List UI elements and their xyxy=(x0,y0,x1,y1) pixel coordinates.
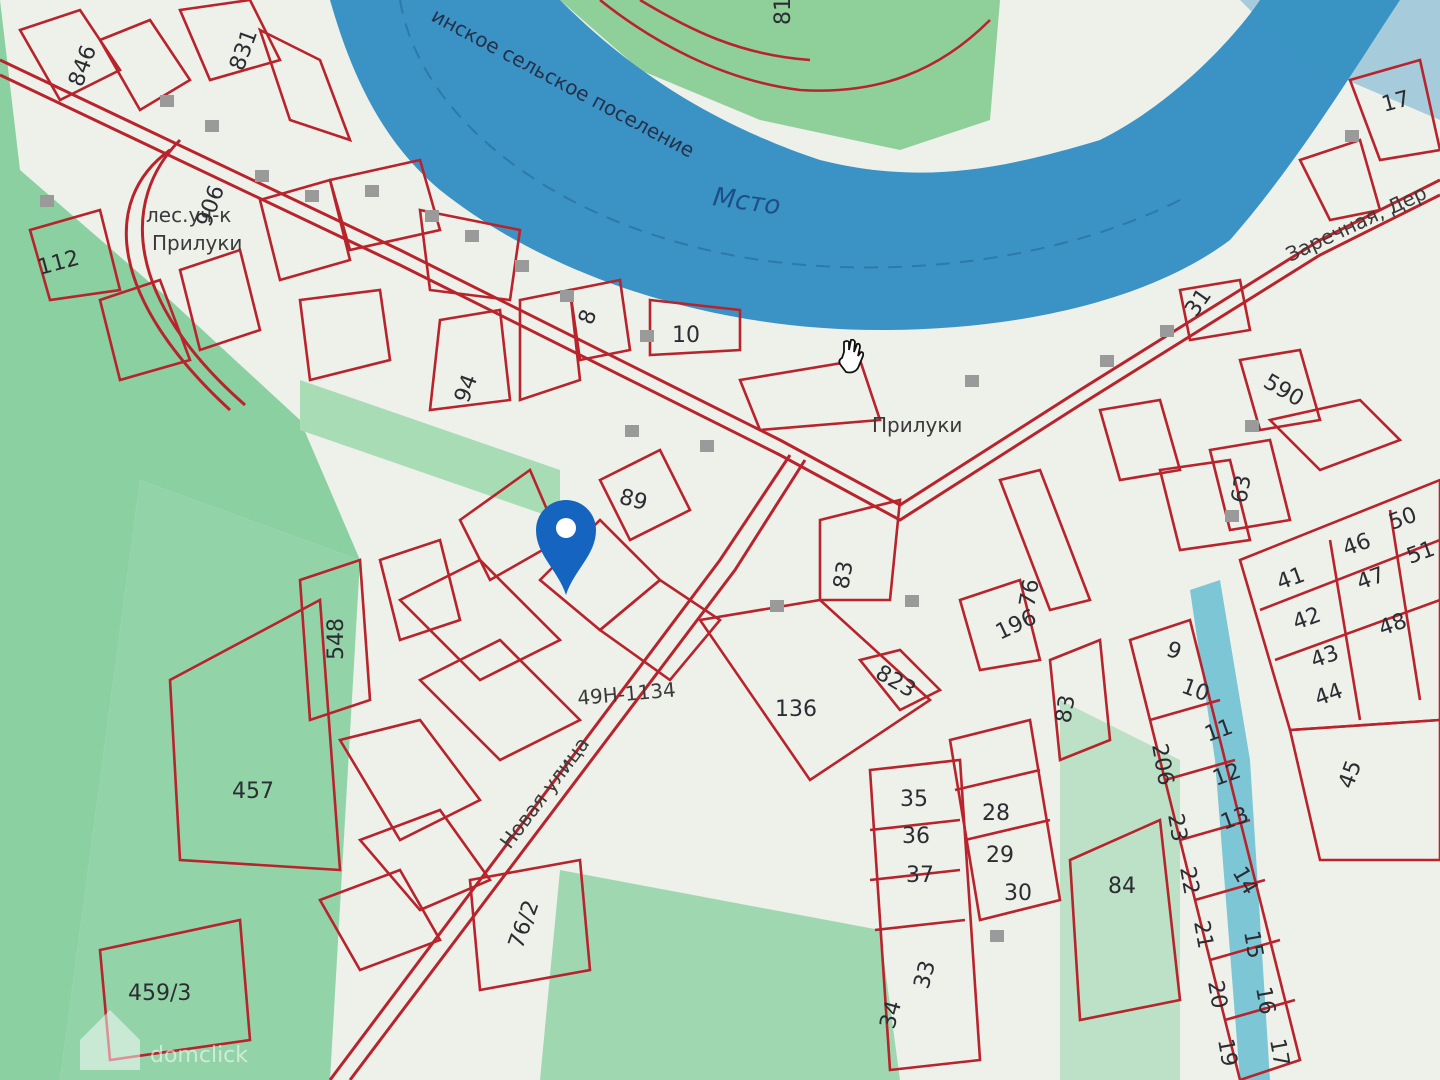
forest-label-2: Прилуки xyxy=(152,231,242,255)
parcel-label: 459/3 xyxy=(128,981,191,1006)
parcel-label: 457 xyxy=(232,779,274,804)
svg-text:domclick: domclick xyxy=(150,1043,248,1068)
parcel-label: 15 xyxy=(1238,929,1267,961)
parcel-label: 10 xyxy=(672,323,700,348)
parcel-label: 136 xyxy=(775,697,817,722)
village-label: Прилуки xyxy=(872,413,962,437)
parcel-label: 83 xyxy=(829,559,858,591)
parcel-label: 17 xyxy=(1264,1037,1293,1069)
parcel-label: 76 xyxy=(1015,577,1044,609)
parcel-label: 16 xyxy=(1250,985,1279,1017)
parcel-label: 37 xyxy=(906,863,934,888)
parcel-label: 84 xyxy=(1108,874,1136,899)
parcel-label: 23 xyxy=(1162,812,1191,844)
parcel-label: 35 xyxy=(900,787,928,812)
parcel-label: 22 xyxy=(1174,865,1203,897)
parcel-label: 548 xyxy=(324,618,349,660)
parcel-label: 818 xyxy=(771,0,796,25)
parcel-label: 28 xyxy=(982,801,1010,826)
parcel-label: 63 xyxy=(1227,473,1256,505)
parcel-label: 83 xyxy=(1051,693,1080,725)
cadastral-map[interactable]: инское сельское поселение Мсто лес.уч-к … xyxy=(0,0,1440,1080)
parcel-label: 29 xyxy=(986,843,1014,868)
parcel-label: 21 xyxy=(1188,919,1217,951)
parcel-label: 19 xyxy=(1212,1037,1241,1069)
parcel-label: 36 xyxy=(902,824,930,849)
parcel-label: 30 xyxy=(1004,881,1032,906)
parcel-label: 20 xyxy=(1202,979,1231,1011)
